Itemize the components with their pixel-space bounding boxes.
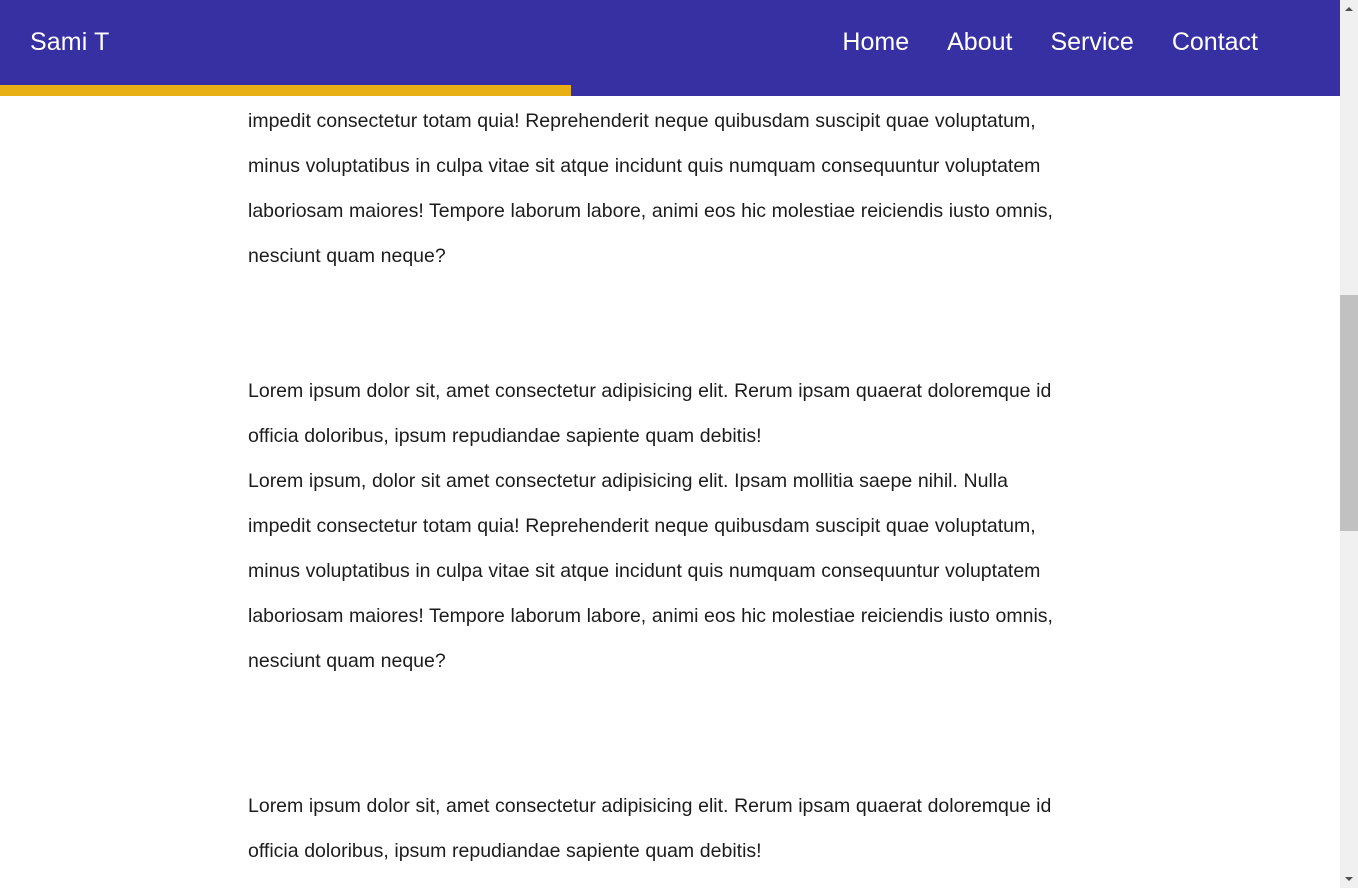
vertical-scrollbar[interactable] bbox=[1340, 0, 1358, 888]
scroll-progress-fill bbox=[0, 85, 571, 96]
site-header: Sami T Home About Service Contact bbox=[0, 0, 1340, 96]
main-navigation: Home About Service Contact bbox=[823, 30, 1310, 55]
paragraph: Lorem ipsum, dolor sit amet consectetur … bbox=[248, 470, 1053, 672]
nav-link-about[interactable]: About bbox=[928, 30, 1031, 55]
scroll-up-arrow-icon bbox=[1345, 7, 1353, 11]
content-section: Lorem ipsum dolor sit, amet consectetur … bbox=[248, 784, 1070, 888]
paragraph: Lorem ipsum dolor sit, amet consectetur … bbox=[248, 380, 1052, 447]
scroll-progress-track bbox=[0, 85, 1340, 96]
scrollbar-thumb[interactable] bbox=[1340, 295, 1358, 531]
nav-item: Contact bbox=[1153, 30, 1277, 55]
scroll-down-button[interactable] bbox=[1340, 870, 1358, 888]
nav-link-service[interactable]: Service bbox=[1031, 30, 1152, 55]
nav-link-contact[interactable]: Contact bbox=[1153, 30, 1277, 55]
nav-link-home[interactable]: Home bbox=[823, 30, 928, 55]
page-viewport: Lorem ipsum dolor sit, amet consectetur … bbox=[0, 0, 1340, 888]
scroll-up-button[interactable] bbox=[1340, 0, 1358, 18]
brand-logo[interactable]: Sami T bbox=[30, 30, 109, 55]
paragraph: Lorem ipsum, dolor sit amet consectetur … bbox=[248, 874, 1070, 888]
nav-item: About bbox=[928, 30, 1031, 55]
content-section: Lorem ipsum dolor sit, amet consectetur … bbox=[248, 369, 1070, 684]
nav-list: Home About Service Contact bbox=[823, 30, 1277, 55]
scroll-down-arrow-icon bbox=[1345, 877, 1353, 881]
nav-item: Service bbox=[1031, 30, 1152, 55]
paragraph: Lorem ipsum dolor sit, amet consectetur … bbox=[248, 795, 1052, 862]
header-inner: Sami T Home About Service Contact bbox=[0, 0, 1340, 85]
nav-item: Home bbox=[823, 30, 928, 55]
